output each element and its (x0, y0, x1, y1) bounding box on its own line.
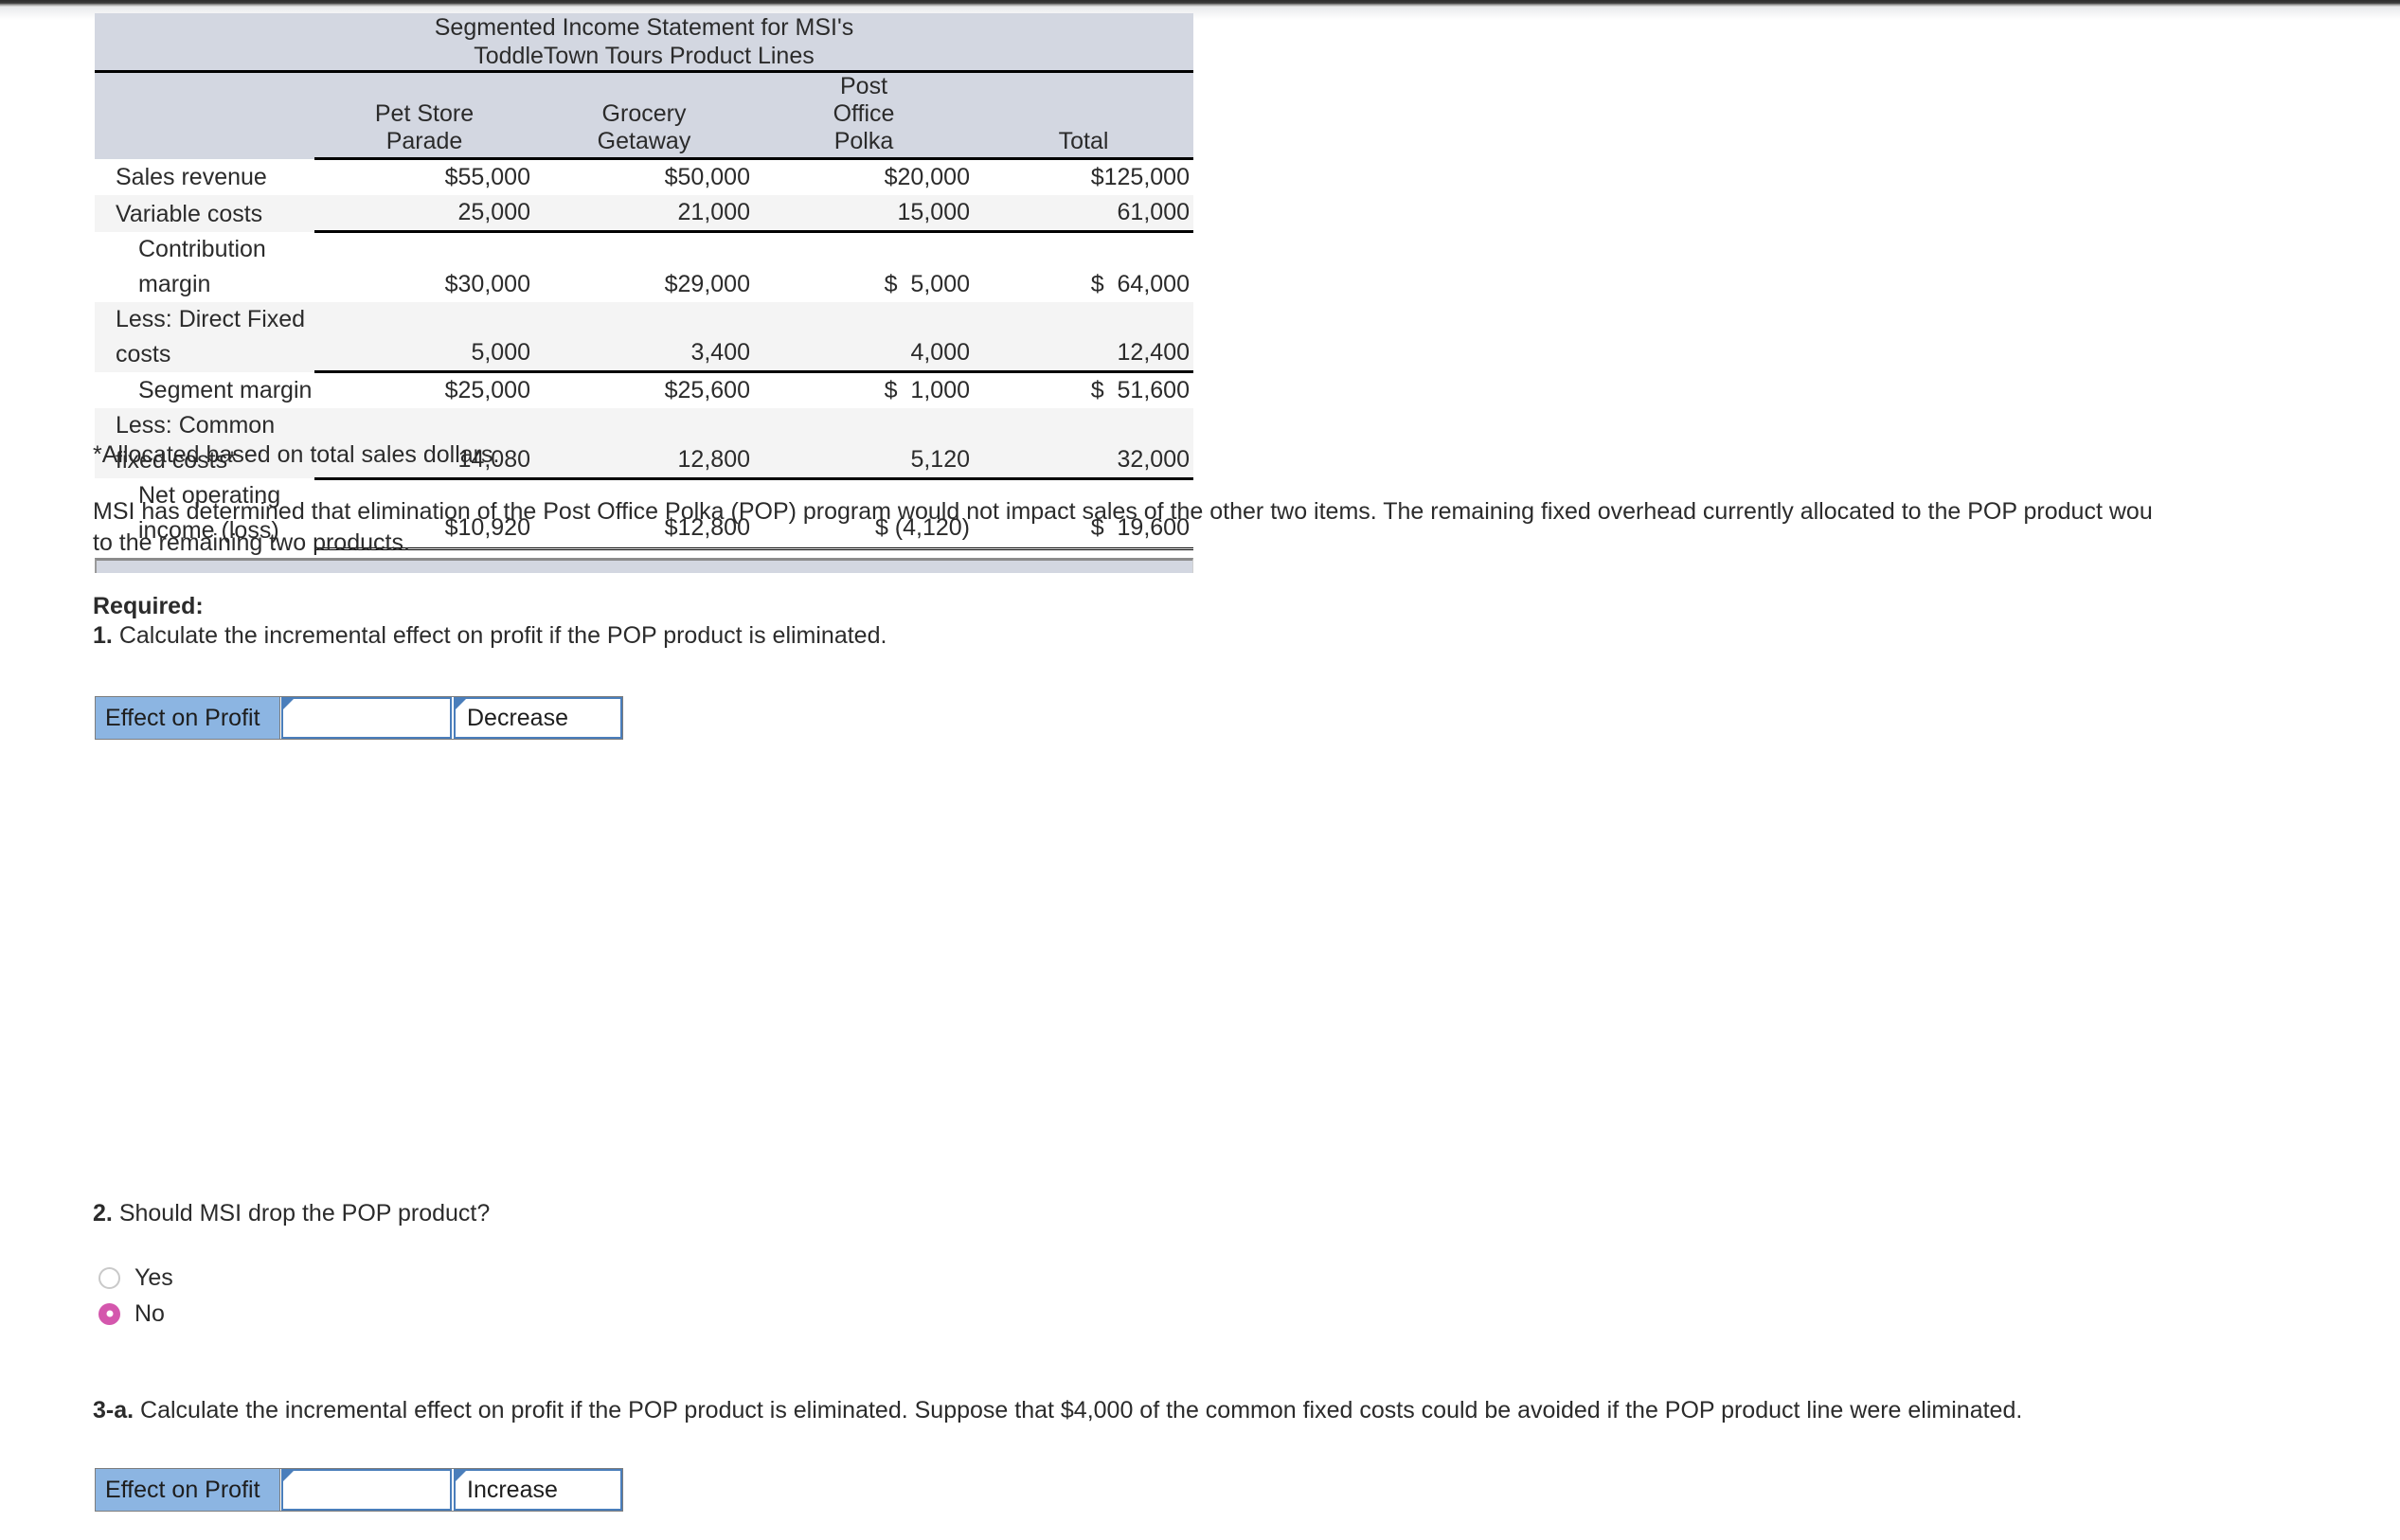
question-2: 2. Should MSI drop the POP product? (93, 1198, 490, 1229)
row-value-pet: 25,000 (314, 195, 534, 233)
row-value-post: 15,000 (754, 195, 974, 233)
row-value-total: 32,000 (974, 408, 1193, 480)
question-2-number: 2. (93, 1200, 113, 1227)
row-value-pet: 5,000 (314, 301, 534, 373)
radio-label-no: No (134, 1299, 165, 1327)
radio-option-yes[interactable]: Yes (99, 1260, 173, 1296)
row-value-post: $20,000 (884, 164, 970, 190)
segmented-income-statement-exhibit: Segmented Income Statement for MSI's Tod… (95, 13, 1193, 573)
table-row: Variable costs 25,000 21,000 15,000 61,0… (95, 195, 1193, 233)
effect-on-profit-label-3a: Effect on Profit (96, 1469, 280, 1511)
row-label: Segment margin (138, 377, 313, 403)
header-post-office-polka: Post Office Polka (754, 71, 974, 160)
row-value-grocery: 12,800 (534, 408, 754, 480)
row-label: Less: Direct Fixed costs (95, 301, 314, 372)
row-value-grocery: $29,000 (664, 270, 750, 297)
table-row: Less: Direct Fixed costs 5,000 3,400 4,0… (95, 301, 1193, 373)
required-heading: Required: (93, 593, 204, 619)
exhibit-bottom-bar (95, 557, 1193, 573)
header-pet-store-parade: Pet Store Parade (314, 71, 534, 160)
row-value-pet: $55,000 (444, 164, 530, 190)
scenario-paragraph: MSI has determined that elimination of t… (93, 496, 2400, 559)
radio-icon-yes[interactable] (99, 1266, 120, 1289)
question-3a: 3-a. Calculate the incremental effect on… (93, 1395, 2022, 1426)
page-top-edge-strip (0, 0, 2400, 7)
row-label: Sales revenue (116, 164, 267, 190)
header-post-line1: Post (839, 73, 888, 99)
table-title-row: Segmented Income Statement for MSI's Tod… (95, 13, 1193, 73)
header-blank-cell (95, 71, 314, 159)
header-post-line2: Office (833, 100, 895, 127)
allocation-footnote: *Allocated based on total sales dollars. (93, 441, 500, 468)
row-value-post: 5,120 (754, 408, 974, 480)
row-value-grocery: $25,600 (664, 377, 750, 403)
row-value-grocery: 3,400 (534, 301, 754, 373)
effect-on-profit-amount-input-3a[interactable] (281, 1469, 452, 1511)
row-value-total: $ 51,600 (1090, 377, 1190, 403)
row-value-grocery: 21,000 (534, 195, 754, 233)
table-row: Contribution margin $30,000 $29,000 $ 5,… (95, 232, 1193, 302)
header-grocery-line2: Grocery (601, 100, 687, 127)
row-value-pet: $30,000 (444, 270, 530, 297)
row-value-pet: $25,000 (444, 377, 530, 403)
table-title-line2: ToddleTown Tours Product Lines (474, 43, 815, 69)
row-label: Contribution margin (138, 235, 266, 297)
header-grocery-getaway: Grocery Getaway (534, 71, 754, 160)
table-title: Segmented Income Statement for MSI's Tod… (95, 13, 1193, 73)
row-value-total: $ 64,000 (1090, 270, 1190, 297)
row-label: Variable costs (95, 195, 314, 232)
row-value-grocery: $50,000 (664, 164, 750, 190)
effect-on-profit-widget-3a[interactable]: Effect on Profit Increase (95, 1468, 623, 1512)
row-value-post: $ 1,000 (884, 377, 970, 403)
table-row: Sales revenue $55,000 $50,000 $20,000 $1… (95, 159, 1193, 196)
header-grocery-line3: Getaway (597, 128, 691, 154)
table-header-row: Pet Store Parade Grocery Getaway Post Of… (95, 71, 1193, 160)
effect-on-profit-widget-1[interactable]: Effect on Profit Decrease (95, 696, 623, 740)
radio-label-yes: Yes (134, 1263, 173, 1291)
header-post-line3: Polka (833, 128, 894, 154)
scenario-paragraph-line2: to the remaining two products. (93, 529, 410, 556)
effect-on-profit-direction-select-1[interactable]: Decrease (454, 697, 622, 739)
question-1: 1. Calculate the incremental effect on p… (93, 620, 887, 652)
question-3a-number: 3-a. (93, 1397, 134, 1424)
row-value-total: 12,400 (974, 301, 1193, 373)
header-pet-line3: Parade (385, 128, 463, 154)
effect-on-profit-label-1: Effect on Profit (96, 697, 280, 739)
header-total-line3: Total (1058, 128, 1109, 154)
effect-on-profit-amount-input-1[interactable] (281, 697, 452, 739)
question-1-number: 1. (93, 622, 113, 649)
question-1-text: Calculate the incremental effect on prof… (118, 622, 887, 649)
row-value-total: $125,000 (1090, 164, 1190, 190)
header-pet-line2: Pet Store (374, 100, 475, 127)
question-3a-text: Calculate the incremental effect on prof… (140, 1397, 2023, 1424)
effect-on-profit-direction-select-3a[interactable]: Increase (454, 1469, 622, 1511)
header-total: Total (974, 71, 1193, 160)
table-title-line1: Segmented Income Statement for MSI's (434, 14, 854, 41)
row-value-total: 61,000 (974, 195, 1193, 233)
row-value-post: $ 5,000 (884, 270, 970, 297)
scenario-paragraph-line1: MSI has determined that elimination of t… (93, 498, 2153, 525)
drop-pop-radio-group[interactable]: Yes No (99, 1260, 173, 1332)
row-value-post: 4,000 (754, 301, 974, 373)
table-row: Segment margin $25,000 $25,600 $ 1,000 $… (95, 372, 1193, 409)
radio-option-no[interactable]: No (99, 1296, 173, 1332)
radio-icon-no[interactable] (99, 1302, 120, 1325)
question-2-text: Should MSI drop the POP product? (118, 1200, 491, 1227)
